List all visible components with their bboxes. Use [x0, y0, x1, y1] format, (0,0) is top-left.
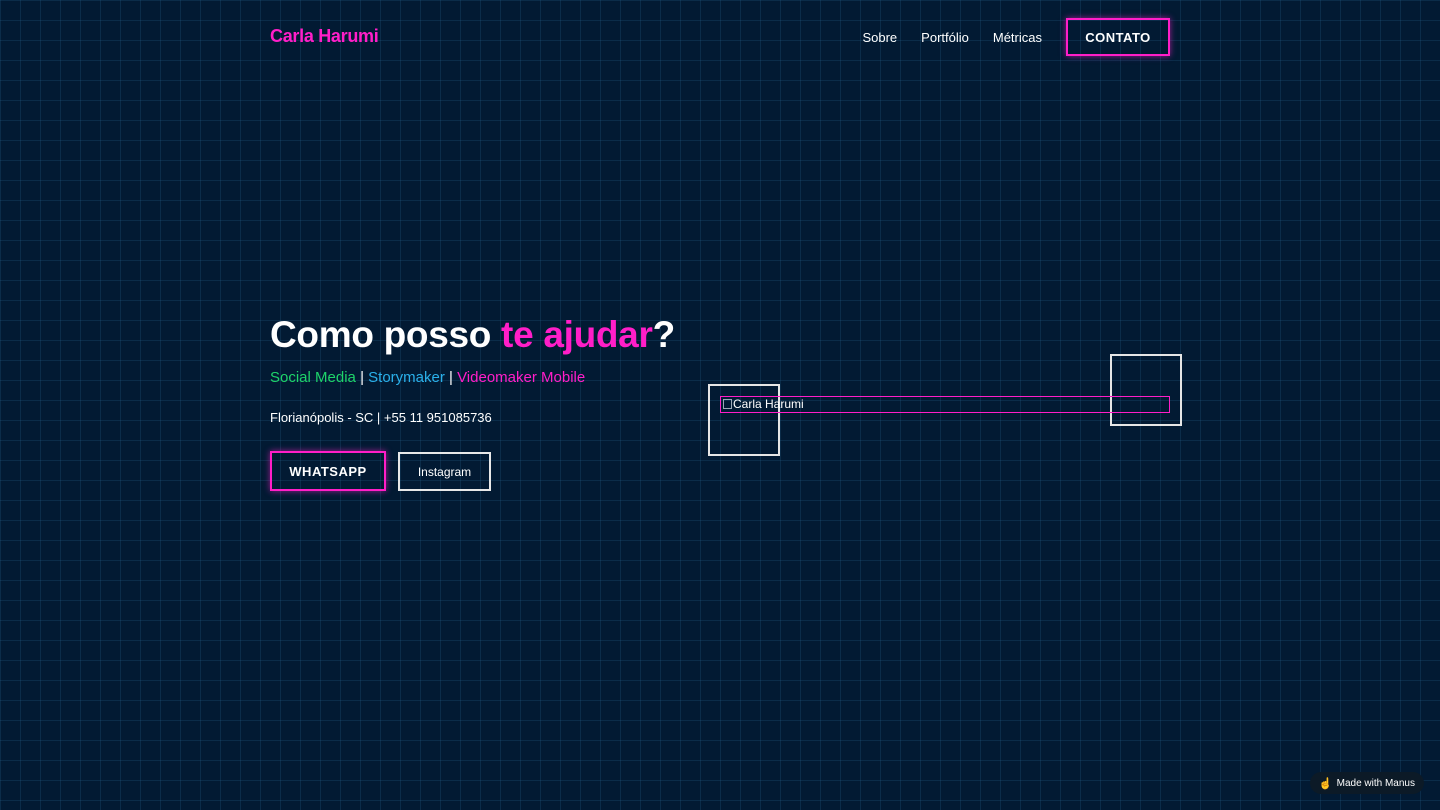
role-videomaker: Videomaker Mobile	[457, 369, 586, 386]
badge-label: Made with Manus	[1336, 777, 1415, 789]
contact-button[interactable]: CONTATO	[1066, 18, 1170, 56]
role-storymaker: Storymaker	[368, 369, 445, 386]
cta-buttons: WHATSAPP Instagram	[270, 451, 491, 491]
made-with-manus-badge[interactable]: ☝ Made with Manus	[1309, 772, 1424, 794]
instagram-button[interactable]: Instagram	[398, 452, 491, 491]
role-social-media: Social Media	[270, 369, 356, 386]
profile-image: Carla Harumi	[720, 396, 1170, 413]
decorative-frame-right	[1110, 354, 1182, 426]
broken-image-icon	[723, 399, 732, 409]
decorative-frame-left	[708, 384, 780, 456]
nav-link-metricas[interactable]: Métricas	[993, 30, 1042, 45]
role-separator: |	[449, 369, 453, 386]
site-logo[interactable]: Carla Harumi	[270, 26, 379, 47]
hero-title-prefix: Como posso	[270, 314, 502, 355]
whatsapp-button[interactable]: WHATSAPP	[270, 451, 386, 491]
hero-title-accent: te ajudar	[501, 314, 653, 355]
hand-pointer-icon: ☝	[1318, 777, 1333, 790]
main-nav: Sobre Portfólio Métricas CONTATO	[862, 18, 1170, 56]
hero-title: Como posso te ajudar?	[270, 314, 675, 356]
location-phone: Florianópolis - SC | +55 11 951085736	[270, 410, 492, 425]
hero-title-suffix: ?	[652, 314, 676, 355]
role-separator: |	[360, 369, 364, 386]
role-list: Social Media | Storymaker | Videomaker M…	[270, 369, 585, 386]
profile-image-alt: Carla Harumi	[733, 397, 804, 411]
nav-link-portfolio[interactable]: Portfólio	[921, 30, 969, 45]
nav-link-sobre[interactable]: Sobre	[862, 30, 897, 45]
